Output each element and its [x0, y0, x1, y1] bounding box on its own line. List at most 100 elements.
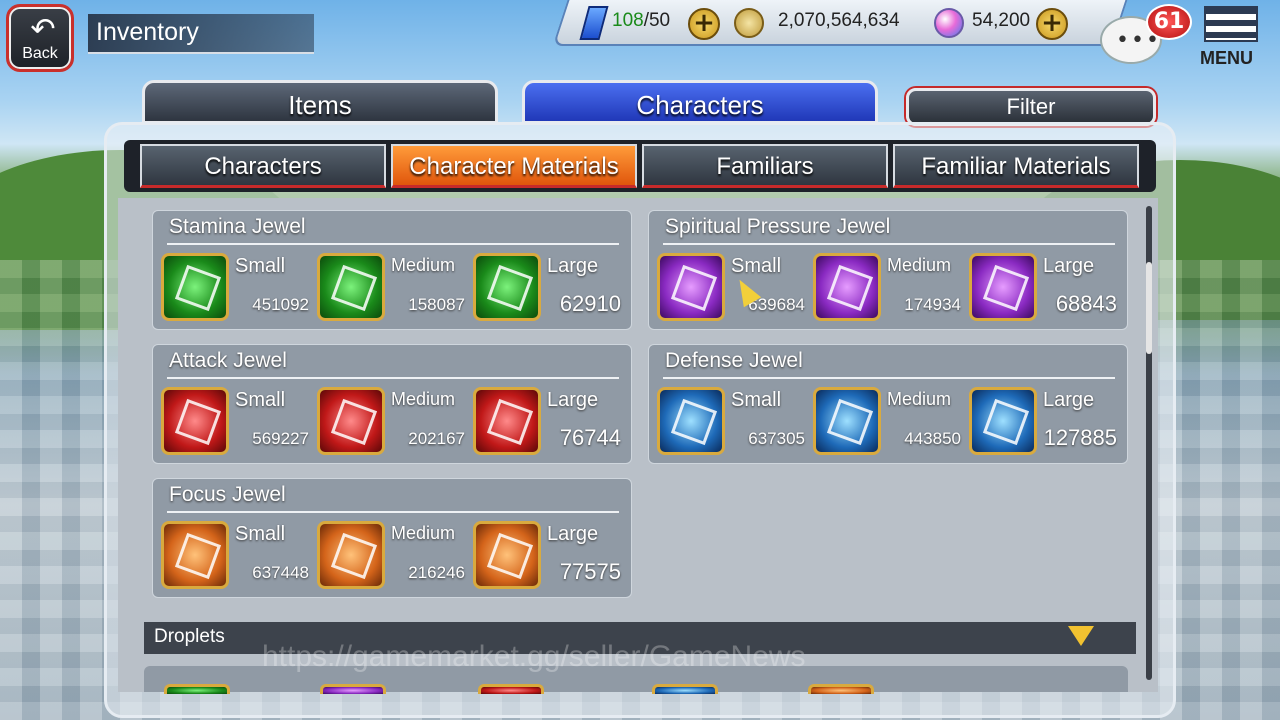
jewel-count: 174934	[904, 295, 961, 314]
jewel-card: Defense Jewel Small 637305 Medium 443850 Larg…	[648, 344, 1128, 464]
jewel-item[interactable]: Medium 174934	[813, 253, 963, 323]
watermark: https://gamemarket.gg/seller/GameNews	[262, 640, 806, 673]
jewel-icon[interactable]	[161, 253, 229, 321]
jewel-item[interactable]: Large 76744	[473, 387, 623, 457]
jewel-item[interactable]: Medium 158087	[317, 253, 467, 323]
filter-button[interactable]: Filter	[906, 88, 1156, 126]
jewel-icon[interactable]	[161, 387, 229, 455]
jewel-item[interactable]: Large 127885	[969, 387, 1119, 457]
jewel-item[interactable]: Small 569227	[161, 387, 311, 457]
jewel-icon[interactable]	[657, 253, 725, 321]
coin-icon	[734, 8, 764, 38]
expand-arrow-icon[interactable]	[1068, 626, 1094, 646]
droplet-icon	[164, 684, 230, 694]
jewel-icon[interactable]	[473, 253, 541, 321]
subtab-familiar-materials[interactable]: Familiar Materials	[893, 144, 1139, 188]
title-divider	[663, 243, 1115, 245]
jewel-icon[interactable]	[969, 253, 1037, 321]
orb-count: 54,200	[972, 10, 1031, 31]
jewel-item[interactable]: Large 68843	[969, 253, 1119, 323]
tab-items[interactable]: Items	[142, 80, 498, 124]
menu-label[interactable]: MENU	[1200, 48, 1253, 69]
jewel-title: Focus Jewel	[169, 483, 286, 506]
jewel-icon[interactable]	[969, 387, 1037, 455]
jewel-icon[interactable]	[813, 387, 881, 455]
jewel-item[interactable]: Medium 216246	[317, 521, 467, 591]
jewel-size: Medium	[391, 255, 456, 275]
spirit-orb-icon	[934, 8, 964, 38]
back-label: Back	[22, 45, 58, 62]
jewel-count: 202167	[408, 429, 465, 448]
jewel-size: Small	[731, 255, 782, 277]
jewel-count: 127885	[1043, 425, 1117, 450]
notification-badge: 61	[1146, 4, 1192, 40]
add-stamina-button[interactable]: +	[688, 8, 720, 40]
droplet-icon	[808, 684, 874, 694]
title-divider	[663, 377, 1115, 379]
jewel-count: 158087	[408, 295, 465, 314]
jewel-size: Small	[235, 523, 286, 545]
jewel-count: 216246	[408, 563, 465, 582]
jewel-size: Large	[547, 523, 599, 545]
jewel-item[interactable]: Small 637448	[161, 521, 311, 591]
subtab-character-materials[interactable]: Character Materials	[391, 144, 637, 188]
jewel-item[interactable]: Large 77575	[473, 521, 623, 591]
jewel-size: Small	[235, 255, 286, 277]
tab-characters[interactable]: Characters	[522, 80, 878, 124]
jewel-count: 68843	[1055, 291, 1117, 316]
jewel-size: Small	[235, 389, 286, 411]
menu-icon[interactable]	[1204, 6, 1258, 42]
jewel-card: Spiritual Pressure Jewel Small 639684 Mediu…	[648, 210, 1128, 330]
jewel-title: Defense Jewel	[665, 349, 803, 372]
jewel-title: Stamina Jewel	[169, 215, 306, 238]
title-divider	[167, 377, 619, 379]
jewel-count: 443850	[904, 429, 961, 448]
jewel-title: Attack Jewel	[169, 349, 287, 372]
jewel-icon[interactable]	[657, 387, 725, 455]
jewel-icon[interactable]	[317, 521, 385, 589]
jewel-icon[interactable]	[161, 521, 229, 589]
back-arrow-icon: ↶	[30, 12, 56, 47]
stamina-readout: 108/50	[612, 10, 670, 32]
jewel-card: Attack Jewel Small 569227 Medium 202167 Large…	[152, 344, 632, 464]
jewel-size: Medium	[887, 255, 952, 275]
droplet-icon	[320, 684, 386, 694]
page-title: Inventory	[96, 18, 199, 46]
jewel-count: 62910	[559, 291, 621, 316]
jewel-item[interactable]: Small 637305	[657, 387, 807, 457]
jewel-title: Spiritual Pressure Jewel	[665, 215, 891, 238]
jewel-count: 637305	[748, 429, 805, 448]
jewel-icon[interactable]	[813, 253, 881, 321]
title-divider	[167, 511, 619, 513]
jewel-count: 77575	[559, 559, 621, 584]
jewel-size: Medium	[391, 523, 456, 543]
subtab-familiars[interactable]: Familiars	[642, 144, 888, 188]
scrollbar-thumb[interactable]	[1146, 262, 1152, 354]
jewel-size: Small	[731, 389, 782, 411]
jewel-item[interactable]: Medium 443850	[813, 387, 963, 457]
jewel-count: 637448	[252, 563, 309, 582]
jewel-size: Large	[1043, 389, 1095, 411]
add-orbs-button[interactable]: +	[1036, 8, 1068, 40]
jewel-card: Focus Jewel Small 637448 Medium 216246 Large 7…	[152, 478, 632, 598]
coin-count: 2,070,564,634	[778, 10, 900, 31]
jewel-count: 569227	[252, 429, 309, 448]
jewel-item[interactable]: Small 451092	[161, 253, 311, 323]
back-button[interactable]: ↶ Back	[6, 4, 74, 72]
subtab-characters[interactable]: Characters	[140, 144, 386, 188]
jewel-icon[interactable]	[473, 387, 541, 455]
jewel-count: 76744	[559, 425, 621, 450]
jewel-icon[interactable]	[317, 387, 385, 455]
jewel-item[interactable]: Medium 202167	[317, 387, 467, 457]
stamina-max: /50	[643, 10, 671, 31]
stamina-current: 108	[612, 10, 644, 31]
jewel-icon[interactable]	[473, 521, 541, 589]
droplets-title: Droplets	[154, 626, 225, 647]
jewel-size: Large	[547, 389, 599, 411]
jewel-icon[interactable]	[317, 253, 385, 321]
jewel-card: Stamina Jewel Small 451092 Medium 158087 Larg…	[152, 210, 632, 330]
jewel-item[interactable]: Large 62910	[473, 253, 623, 323]
title-divider	[167, 243, 619, 245]
jewel-count: 451092	[252, 295, 309, 314]
title-bar: Inventory	[88, 14, 314, 54]
